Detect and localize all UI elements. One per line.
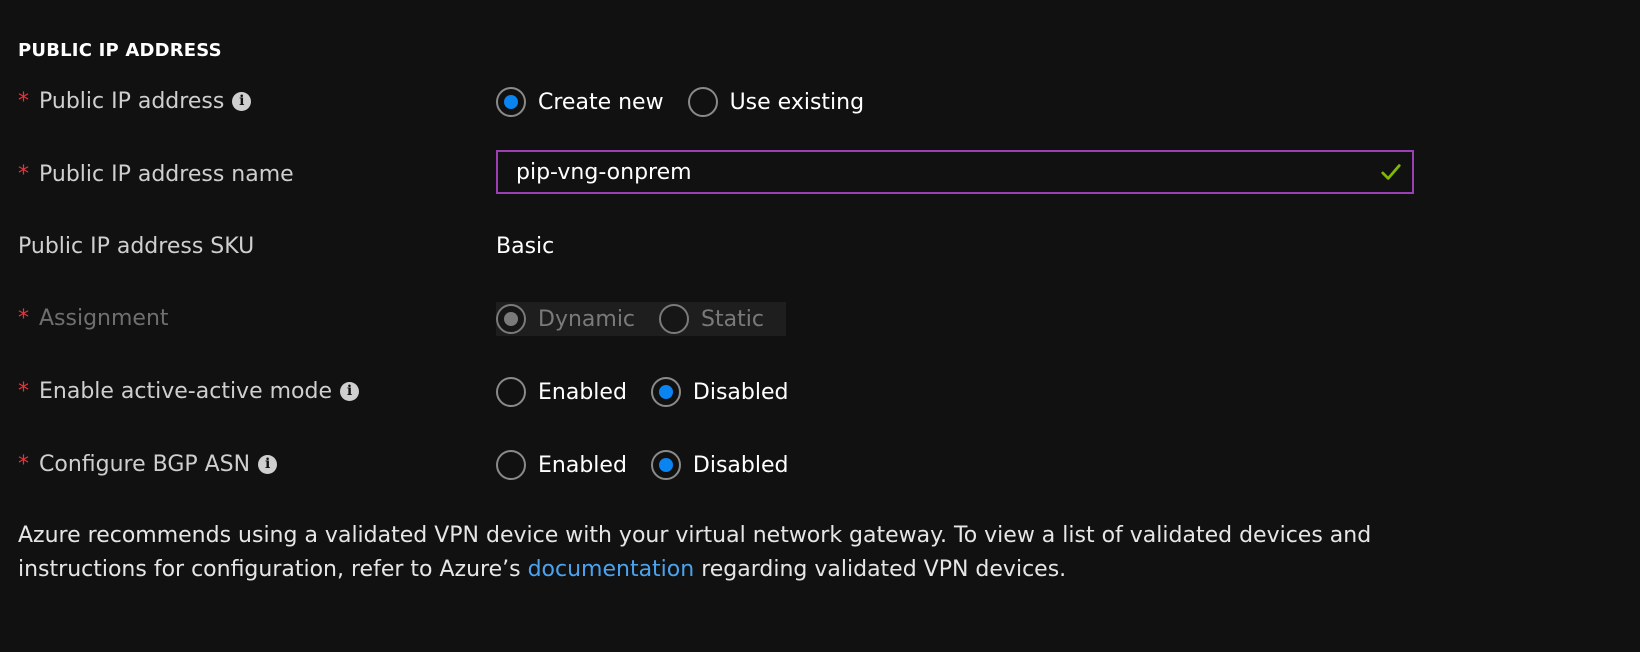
required-asterisk: *: [18, 162, 29, 187]
radio-circle: [496, 377, 526, 407]
required-asterisk: *: [18, 379, 29, 404]
public-ip-name-row: * Public IP address name: [18, 150, 1618, 195]
sku-label: Public IP address SKU: [18, 227, 254, 267]
radio-static-label: Static: [701, 306, 764, 332]
radio-circle: [496, 304, 526, 334]
radio-selected-dot: [504, 312, 518, 326]
radio-circle: [659, 304, 690, 334]
public-ip-row: * Public IP address i Create new Use exist…: [18, 82, 1618, 122]
sku-value: Basic: [496, 234, 555, 259]
radio-circle: [496, 450, 526, 480]
vpn-device-note: Azure recommends using a validated VPN d…: [18, 519, 1418, 587]
info-icon[interactable]: i: [258, 454, 278, 474]
radio-enabled-label: Enabled: [538, 452, 627, 478]
radio-disabled-label: Disabled: [692, 379, 789, 405]
radio-circle: [496, 87, 526, 117]
assignment-label: * Assignment: [18, 299, 169, 339]
radio-selected-dot: [504, 95, 518, 109]
documentation-link[interactable]: documentation: [528, 557, 695, 582]
radio-bgp-disabled[interactable]: Disabled: [650, 450, 789, 480]
public-ip-name-input[interactable]: [498, 158, 1380, 186]
radio-enabled-label: Enabled: [538, 379, 627, 405]
assignment-label-text: Assignment: [39, 306, 169, 331]
active-active-label-text: Enable active-active mode: [39, 379, 332, 404]
bgp-asn-radio-group: Enabled Disabled: [496, 445, 812, 485]
radio-active-active-enabled[interactable]: Enabled: [496, 377, 627, 407]
radio-disabled-label: Disabled: [692, 452, 789, 478]
radio-use-existing[interactable]: Use existing: [687, 87, 865, 117]
assignment-radio-group: Dynamic Static: [496, 299, 786, 339]
radio-use-existing-label: Use existing: [729, 89, 865, 115]
public-ip-label-text: Public IP address: [39, 89, 225, 114]
radio-dynamic-label: Dynamic: [538, 306, 636, 332]
sku-label-text: Public IP address SKU: [18, 234, 255, 259]
info-icon[interactable]: i: [232, 91, 252, 111]
required-asterisk: *: [18, 89, 29, 114]
radio-selected-dot: [658, 458, 673, 472]
bgp-asn-row: * Configure BGP ASN i Enabled Disabled: [18, 445, 1618, 485]
public-ip-radio-group: Create new Use existing: [496, 82, 888, 122]
public-ip-name-label: * Public IP address name: [18, 155, 294, 195]
radio-create-new-label: Create new: [538, 89, 664, 115]
public-ip-name-field[interactable]: [496, 150, 1414, 194]
section-title: PUBLIC IP ADDRESS: [18, 40, 222, 61]
radio-circle: [650, 377, 681, 407]
radio-circle: [687, 87, 718, 117]
radio-static: Static: [659, 304, 764, 334]
radio-dynamic: Dynamic: [496, 304, 635, 334]
sku-row: Public IP address SKU Basic: [18, 227, 1618, 267]
check-icon: [1381, 164, 1401, 180]
assignment-disabled-group: Dynamic Static: [496, 302, 786, 336]
radio-circle: [650, 450, 681, 480]
public-ip-label: * Public IP address i: [18, 82, 252, 122]
note-text-after: regarding validated VPN devices.: [694, 557, 1067, 582]
required-asterisk: *: [18, 306, 29, 331]
info-icon[interactable]: i: [340, 381, 359, 401]
active-active-row: * Enable active-active mode i Enabled Disa…: [18, 372, 1618, 412]
active-active-radio-group: Enabled Disabled: [496, 372, 812, 412]
public-ip-name-label-text: Public IP address name: [39, 162, 294, 187]
public-ip-section: PUBLIC IP ADDRESS * Public IP address i Cr…: [0, 0, 1640, 652]
bgp-asn-label-text: Configure BGP ASN: [39, 452, 251, 477]
assignment-row: * Assignment Dynamic Static: [18, 299, 1618, 339]
radio-bgp-enabled[interactable]: Enabled: [496, 450, 627, 480]
radio-active-active-disabled[interactable]: Disabled: [650, 377, 789, 407]
active-active-label: * Enable active-active mode i: [18, 372, 359, 412]
required-asterisk: *: [18, 452, 29, 477]
radio-selected-dot: [658, 385, 673, 399]
radio-create-new[interactable]: Create new: [496, 87, 664, 117]
bgp-asn-label: * Configure BGP ASN i: [18, 445, 278, 485]
